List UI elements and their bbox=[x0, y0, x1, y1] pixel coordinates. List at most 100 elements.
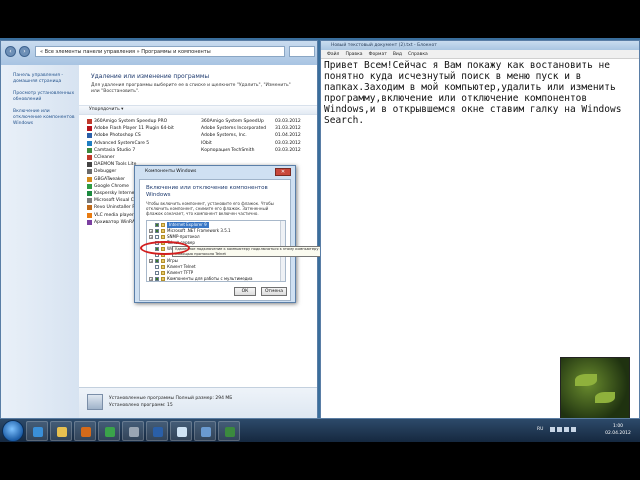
expand-icon[interactable]: + bbox=[149, 259, 153, 263]
taskbar-button[interactable] bbox=[122, 421, 144, 441]
folder-icon bbox=[161, 259, 165, 263]
taskbar-button[interactable] bbox=[98, 421, 120, 441]
annotation-circle bbox=[140, 241, 190, 255]
program-name: CCleaner bbox=[94, 155, 115, 160]
expand-icon[interactable]: + bbox=[149, 229, 153, 233]
program-name: Adobe Photoshop CS bbox=[94, 133, 141, 139]
sidebar-link-updates[interactable]: Просмотр установленных обновлений bbox=[13, 91, 77, 103]
taskbar-button[interactable] bbox=[146, 421, 168, 441]
taskbar-button[interactable] bbox=[50, 421, 72, 441]
tooltip: Удаленное подключение к компьютеру подкл… bbox=[172, 246, 338, 257]
programs-toolbar: Упорядочить ▾ bbox=[79, 105, 317, 115]
folder-icon bbox=[161, 265, 165, 269]
search-input[interactable] bbox=[289, 46, 315, 57]
program-date: 03.03.2012 bbox=[275, 119, 301, 124]
sidebar-link-windows-features[interactable]: Включение или отключение компонентов Win… bbox=[13, 109, 77, 127]
menu-item[interactable]: Справка bbox=[408, 52, 428, 57]
program-publisher: IObit bbox=[201, 140, 212, 146]
windows-features-dialog: Компоненты Windows ✕ Включение или отклю… bbox=[134, 165, 296, 303]
program-publisher: 360Amigo System SpeedUp bbox=[201, 119, 264, 124]
media-icon bbox=[81, 427, 91, 437]
checkbox[interactable] bbox=[155, 223, 159, 227]
table-row[interactable]: Adobe Photoshop CS Adobe Systems, Inc. 01.… bbox=[79, 132, 317, 139]
program-icon bbox=[87, 133, 92, 139]
checkbox[interactable] bbox=[155, 265, 159, 269]
tree-item[interactable]: + Компоненты для работы с мультимедиа bbox=[147, 276, 279, 281]
program-icon bbox=[87, 140, 92, 146]
program-icon bbox=[87, 205, 92, 211]
checkbox[interactable] bbox=[155, 277, 159, 281]
page-title: Удаление или изменение программы bbox=[91, 73, 210, 80]
taskbar-button[interactable] bbox=[26, 421, 48, 441]
ok-button[interactable]: ОК bbox=[234, 287, 256, 296]
tools-icon bbox=[129, 427, 139, 437]
program-icon bbox=[87, 126, 92, 132]
menu-item[interactable]: Формат bbox=[369, 52, 387, 57]
table-row[interactable]: CCleaner bbox=[79, 154, 317, 161]
taskbar-button[interactable] bbox=[170, 421, 192, 441]
program-icon bbox=[87, 198, 92, 204]
slideshow-gadget[interactable] bbox=[560, 357, 630, 423]
tray-icons[interactable] bbox=[550, 427, 584, 433]
program-name: Adobe Flash Player 11 Plugin 64-bit bbox=[94, 126, 174, 132]
menu-item[interactable]: Вид bbox=[393, 52, 402, 57]
table-row[interactable]: Camtasia Studio 7 Корпорация TechSmith 03.… bbox=[79, 147, 317, 154]
program-icon bbox=[87, 176, 92, 182]
program-publisher: Adobe Systems, Inc. bbox=[201, 133, 247, 139]
back-button[interactable]: ‹ bbox=[5, 46, 16, 57]
expand-icon[interactable]: + bbox=[149, 277, 153, 281]
clock-time: 1:00 bbox=[612, 424, 624, 429]
notepad-icon bbox=[177, 427, 187, 437]
checkbox[interactable] bbox=[155, 229, 159, 233]
photoshop-icon bbox=[153, 427, 163, 437]
program-date: 31.03.2012 bbox=[275, 126, 301, 132]
leaf-image bbox=[595, 392, 615, 403]
forward-button[interactable]: › bbox=[19, 46, 30, 57]
page-description: Для удаления программы выберите ее в спи… bbox=[91, 83, 291, 94]
sidebar-link-home[interactable]: Панель управления - домашняя страница bbox=[13, 73, 77, 85]
menu-item[interactable]: Файл bbox=[327, 52, 339, 57]
menu-item[interactable]: Правка bbox=[345, 52, 362, 57]
notepad-text[interactable]: Привет Всем!Сейчас я Вам покажу как вост… bbox=[324, 60, 634, 126]
taskbar-button[interactable] bbox=[74, 421, 96, 441]
cancel-button[interactable]: Отмена bbox=[261, 287, 287, 296]
program-icon bbox=[87, 212, 92, 218]
address-bar[interactable]: « Все элементы панели управления » Прогр… bbox=[35, 46, 285, 57]
status-panel: Установленные программы Полный размер: 2… bbox=[79, 387, 317, 421]
folder-icon bbox=[161, 229, 165, 233]
checkbox[interactable] bbox=[155, 235, 159, 239]
table-row[interactable]: 360Amigo System Speedup PRO 360Amigo Syst… bbox=[79, 118, 317, 125]
checkbox[interactable] bbox=[155, 271, 159, 275]
program-icon bbox=[87, 119, 92, 124]
organize-button[interactable]: Упорядочить ▾ bbox=[89, 107, 123, 112]
control-panel-window: ‹ › « Все элементы панели управления » П… bbox=[0, 40, 318, 422]
status-count: Установлено программ: 15 bbox=[109, 403, 173, 408]
leaf-image bbox=[575, 374, 597, 386]
close-button[interactable]: ✕ bbox=[275, 168, 291, 176]
notepad-menubar: Файл Правка Формат Вид Справка bbox=[321, 50, 639, 59]
dialog-body: Включение или отключение компонентов Win… bbox=[139, 179, 291, 301]
program-icon bbox=[87, 191, 92, 196]
expand-icon[interactable]: + bbox=[149, 235, 153, 239]
language-indicator[interactable]: RU bbox=[537, 427, 543, 432]
taskbar-button[interactable] bbox=[218, 421, 240, 441]
taskbar: RU 1:00 02.04.2012 bbox=[0, 418, 640, 442]
checkbox[interactable] bbox=[155, 259, 159, 263]
folder-icon bbox=[161, 271, 165, 275]
letterbox-top bbox=[0, 0, 640, 38]
letterbox-bottom bbox=[0, 460, 640, 480]
table-row[interactable]: Adobe Flash Player 11 Plugin 64-bit Adobe… bbox=[79, 125, 317, 132]
taskbar-button[interactable] bbox=[194, 421, 216, 441]
clock[interactable]: 1:00 02.04.2012 bbox=[598, 423, 638, 437]
start-button[interactable] bbox=[2, 420, 24, 442]
program-icon bbox=[87, 219, 92, 225]
program-icon bbox=[87, 183, 92, 189]
folder-icon bbox=[161, 223, 165, 227]
program-icon bbox=[87, 147, 92, 153]
program-name: Camtasia Studio 7 bbox=[94, 147, 136, 153]
program-icon bbox=[87, 169, 92, 175]
program-name: Advanced SystemCare 5 bbox=[94, 140, 150, 146]
table-row[interactable]: Advanced SystemCare 5 IObit 03.03.2012 bbox=[79, 140, 317, 147]
control-panel-sidebar: Панель управления - домашняя страница Пр… bbox=[1, 65, 79, 421]
program-publisher: Корпорация TechSmith bbox=[201, 147, 255, 153]
